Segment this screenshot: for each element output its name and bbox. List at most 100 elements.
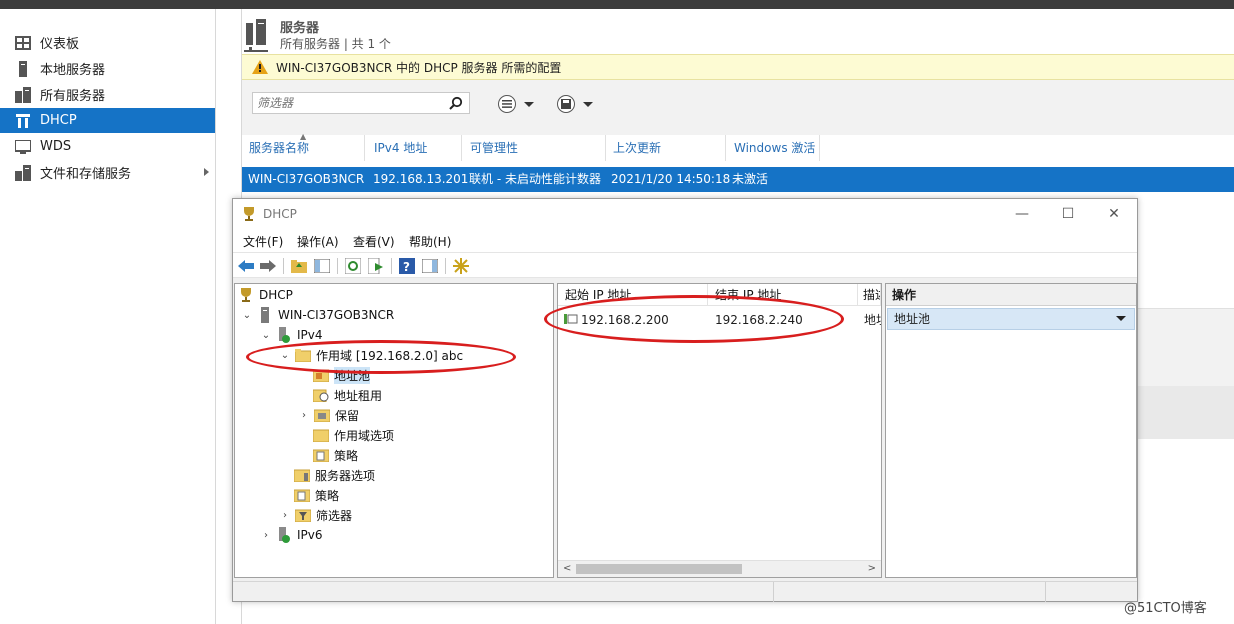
window-title: DHCP (263, 207, 297, 221)
collapse-chevron-icon[interactable]: ⌄ (280, 350, 290, 361)
save-icon (557, 95, 575, 113)
collapse-chevron-icon[interactable]: ⌄ (242, 310, 252, 321)
sidebar-item-wds[interactable]: WDS (0, 134, 215, 159)
sidebar-item-dhcp[interactable]: DHCP (0, 108, 215, 133)
column-server-name[interactable]: 服务器名称 ▲ (242, 132, 365, 161)
tree-node-policies[interactable]: 策略 (294, 486, 339, 504)
minimize-button[interactable]: — (999, 199, 1045, 229)
tree-node-filters[interactable]: › 筛选器 (280, 506, 352, 524)
save-query-button[interactable] (557, 94, 601, 114)
result-list: 起始 IP 地址 结束 IP 地址 描述 192.168.2.200 192.1… (557, 283, 882, 578)
sidebar-item-label: 本地服务器 (40, 63, 106, 78)
back-arrow-icon[interactable] (237, 257, 255, 275)
sidebar-item-dashboard[interactable]: 仪表板 (0, 30, 215, 55)
tree-node-dhcp-root[interactable]: DHCP (238, 286, 293, 304)
filter-box (252, 92, 470, 114)
dhcp-trophy-icon (238, 287, 254, 303)
filter-input[interactable] (257, 96, 442, 110)
action-pane: 操作 地址池 (885, 283, 1137, 578)
menu-bar: 文件(F) 操作(A) 查看(V) 帮助(H) (233, 229, 1137, 252)
collapse-chevron-icon[interactable]: ⌄ (261, 330, 271, 341)
cell-last-update: 2021/1/20 14:50:18 (611, 172, 731, 186)
column-windows-activation[interactable]: Windows 激活 (727, 135, 820, 161)
tree-node-address-leases[interactable]: 地址租用 (313, 386, 382, 404)
tree-node-address-pool[interactable]: 地址池 (313, 366, 371, 384)
ipv6-check-icon (276, 527, 292, 543)
scroll-right-icon[interactable]: > (868, 563, 876, 574)
expand-arrow-icon[interactable] (204, 168, 209, 176)
show-console-tree-icon[interactable] (313, 257, 331, 275)
tree-node-reservations[interactable]: › 保留 (299, 406, 359, 424)
sidebar-item-label: 文件和存储服务 (40, 167, 132, 182)
table-row[interactable]: WIN-CI37GOB3NCR 192.168.13.201 联机 - 未启动性… (242, 167, 1234, 192)
server-icon (257, 307, 273, 323)
wds-icon (15, 139, 31, 155)
server-table-header: 服务器名称 ▲ IPv4 地址 可管理性 上次更新 Windows 激活 (242, 132, 1234, 161)
list-options-button[interactable] (498, 94, 542, 114)
window-titlebar[interactable]: DHCP — ☐ ✕ (233, 199, 1137, 229)
export-list-icon[interactable] (367, 257, 385, 275)
cell-ipv4: 192.168.13.201 (373, 172, 469, 186)
list-options-icon (498, 95, 516, 113)
close-button[interactable]: ✕ (1091, 199, 1137, 229)
policy-icon (294, 487, 310, 503)
server-icon (15, 60, 31, 77)
menu-view[interactable]: 查看(V) (353, 233, 395, 250)
forward-arrow-icon[interactable] (259, 257, 277, 275)
sidebar-item-label: DHCP (40, 113, 77, 128)
policy-icon (313, 447, 329, 463)
help-icon[interactable]: ? (398, 257, 416, 275)
servers-header-icon (244, 17, 270, 53)
up-folder-icon[interactable] (290, 257, 308, 275)
sidebar-item-local-server[interactable]: 本地服务器 (0, 56, 215, 81)
sidebar-item-all-servers[interactable]: 所有服务器 (0, 82, 215, 107)
action-section-address-pool[interactable]: 地址池 (887, 308, 1135, 330)
column-ipv4[interactable]: IPv4 地址 (367, 135, 462, 161)
column-description[interactable]: 描述 (858, 284, 881, 306)
svg-text:?: ? (403, 260, 410, 274)
tree-node-ipv4[interactable]: ⌄ IPv4 (261, 326, 323, 344)
show-action-pane-icon[interactable] (421, 257, 439, 275)
tree-node-server[interactable]: ⌄ WIN-CI37GOB3NCR (242, 306, 394, 324)
expand-chevron-icon[interactable]: › (299, 410, 309, 421)
notification-bar[interactable]: WIN-CI37GOB3NCR 中的 DHCP 服务器 所需的配置 (242, 54, 1234, 80)
action-pane-header: 操作 (886, 284, 1136, 306)
cell-activation: 未激活 (732, 172, 769, 186)
tree-node-server-options[interactable]: 服务器选项 (294, 466, 375, 484)
chevron-down-icon (1116, 316, 1126, 321)
scroll-left-icon[interactable]: < (563, 563, 571, 574)
expand-chevron-icon[interactable]: › (280, 510, 290, 521)
tree-node-scope[interactable]: ⌄ 作用域 [192.168.2.0] abc (280, 346, 463, 364)
menu-action[interactable]: 操作(A) (297, 233, 339, 250)
horizontal-scrollbar[interactable]: < > (558, 560, 881, 577)
column-last-update[interactable]: 上次更新 (606, 135, 726, 161)
list-item[interactable]: 192.168.2.200 192.168.2.240 地址 (558, 311, 881, 329)
menu-help[interactable]: 帮助(H) (409, 233, 451, 250)
cell-server-name: WIN-CI37GOB3NCR (248, 172, 365, 186)
toolbar: ? (233, 252, 1137, 278)
dhcp-trophy-icon (242, 206, 256, 225)
watermark: @51CTO博客 (1124, 601, 1207, 616)
refresh-icon[interactable] (344, 257, 362, 275)
column-end-ip[interactable]: 结束 IP 地址 (708, 284, 858, 306)
tree-node-scope-options[interactable]: 作用域选项 (313, 426, 394, 444)
search-icon[interactable] (449, 96, 463, 113)
sidebar-item-file-storage[interactable]: 文件和存储服务 (0, 160, 215, 185)
chevron-down-icon (524, 101, 534, 107)
sort-up-icon: ▲ (300, 132, 307, 141)
cell-manageability: 联机 - 未启动性能计数器 (469, 172, 601, 186)
tree-node-ipv6[interactable]: › IPv6 (261, 526, 323, 544)
maximize-button[interactable]: ☐ (1045, 199, 1091, 229)
file-storage-icon (15, 164, 31, 181)
column-manageability[interactable]: 可管理性 (463, 135, 606, 161)
title-strip (0, 0, 1234, 9)
scrollbar-thumb[interactable] (576, 564, 742, 574)
menu-file[interactable]: 文件(F) (243, 233, 283, 250)
tree-node-scope-policies[interactable]: 策略 (313, 446, 358, 464)
background-panel (1137, 386, 1234, 439)
server-options-icon (294, 467, 310, 483)
column-start-ip[interactable]: 起始 IP 地址 (558, 284, 708, 306)
expand-chevron-icon[interactable]: › (261, 530, 271, 541)
cell-end-ip: 192.168.2.240 (715, 313, 803, 327)
new-star-icon[interactable] (452, 257, 470, 275)
